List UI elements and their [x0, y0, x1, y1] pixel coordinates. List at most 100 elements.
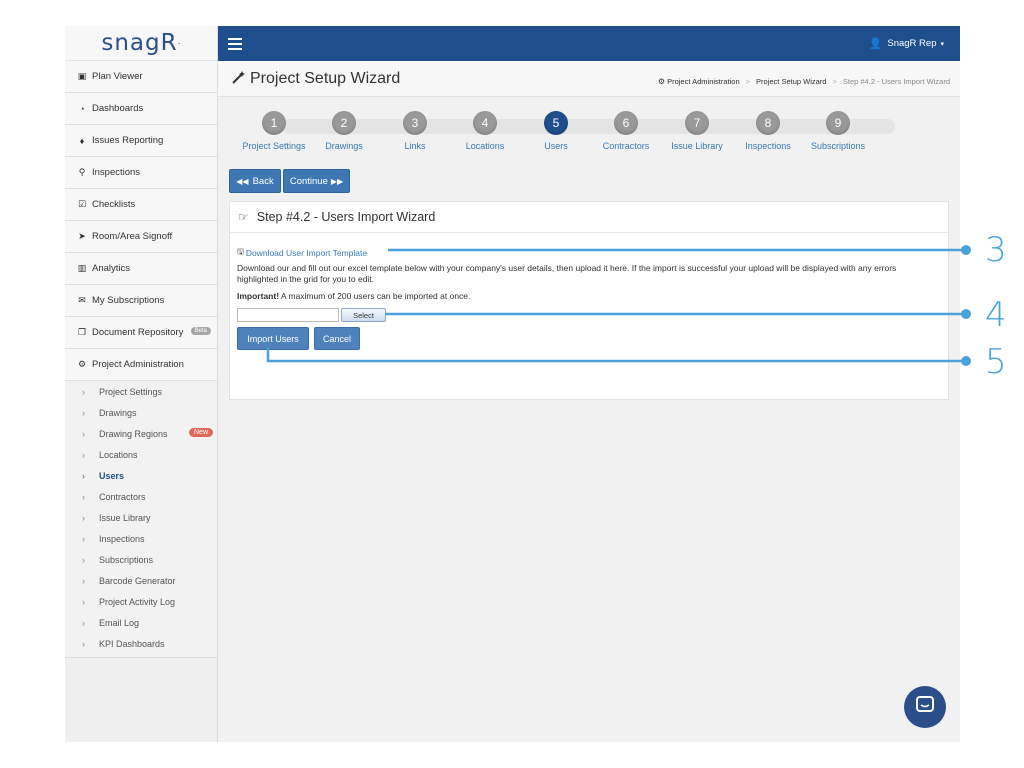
wizard-step-inspections[interactable]: 8 Inspections [733, 111, 803, 151]
submenu-item-label: Project Activity Log [99, 596, 176, 607]
page-title-text: Project Setup Wizard [250, 70, 401, 87]
chevron-right-icon: › [82, 554, 85, 565]
callout-number-3: 3 [985, 230, 1007, 270]
sidebar-item-plan-viewer[interactable]: ▣ Plan Viewer [65, 61, 217, 93]
sidebar-item-document-repository[interactable]: ❐ Document Repository Beta [65, 317, 217, 349]
sidebar-item-dashboards[interactable]: ◔ Dashboards [65, 93, 217, 125]
submenu-item-contractors[interactable]: › Contractors [65, 486, 217, 507]
beta-badge: Beta [190, 327, 211, 335]
cogs-icon: ⚙ [77, 359, 87, 369]
back-button[interactable]: ◀◀ Back [229, 169, 281, 193]
continue-button-label: Continue [289, 175, 328, 187]
step-number-circle: 4 [473, 111, 497, 135]
submenu-item-project-activity-log[interactable]: › Project Activity Log [65, 591, 217, 612]
submenu-item-drawing-regions[interactable]: › Drawing Regions New [65, 423, 217, 444]
step-label: Links [404, 141, 426, 151]
sidebar-item-issues-reporting[interactable]: ♦ Issues Reporting [65, 125, 217, 157]
wizard-step-contractors[interactable]: 6 Contractors [591, 111, 661, 151]
wizard-step-links[interactable]: 3 Links [380, 111, 450, 151]
chat-launcher-button[interactable] [904, 686, 946, 728]
sidebar-item-label: My Subscriptions [92, 295, 165, 306]
breadcrumb: ⚙ Project Administration > Project Setup… [658, 77, 950, 86]
logo-mark: · [177, 38, 181, 48]
sidebar-item-label: Room/Area Signoff [92, 231, 173, 242]
submenu-item-users[interactable]: › Users [65, 465, 217, 486]
user-name: SnagR Rep [887, 38, 937, 49]
magic-wand-icon [232, 71, 245, 87]
submenu-item-email-log[interactable]: › Email Log [65, 612, 217, 633]
continue-button[interactable]: Continue ▶▶ [283, 169, 350, 193]
new-badge: New [189, 428, 214, 437]
sidebar: snagR · ▣ Plan Viewer ◔ Dashboards ♦ Issues Re… [65, 26, 218, 742]
hamburger-menu-icon[interactable] [228, 38, 242, 53]
users-import-panel: ☞ Step #4.2 - Users Import Wizard 🖫 Down… [229, 201, 949, 400]
submenu-item-locations[interactable]: › Locations [65, 444, 217, 465]
wizard-step-project-settings[interactable]: 1 Project Settings [239, 111, 309, 151]
wizard-step-drawings[interactable]: 2 Drawings [309, 111, 379, 151]
submenu-item-label: KPI Dashboards [99, 638, 165, 649]
breadcrumb-item-project-setup-wizard[interactable]: Project Setup Wizard [756, 77, 826, 86]
submenu-item-kpi-dashboards[interactable]: › KPI Dashboards [65, 633, 217, 654]
step-number-circle: 1 [262, 111, 286, 135]
breadcrumb-separator: > [832, 77, 837, 86]
logo[interactable]: snagR · [65, 26, 217, 61]
submenu-item-label: Drawings [99, 407, 137, 418]
sidebar-item-label: Checklists [92, 199, 136, 210]
sidebar-item-project-administration[interactable]: ⚙ Project Administration [65, 349, 217, 381]
download-template-label: Download User Import Template [245, 248, 368, 258]
wizard-step-users[interactable]: 5 Users [521, 111, 591, 151]
sidebar-item-room-area-signoff[interactable]: ➤ Room/Area Signoff [65, 221, 217, 253]
submenu-item-inspections[interactable]: › Inspections [65, 528, 217, 549]
important-label: Important! [237, 291, 280, 301]
step-label: Locations [465, 141, 505, 151]
submenu-item-issue-library[interactable]: › Issue Library [65, 507, 217, 528]
wizard-step-subscriptions[interactable]: 9 Subscriptions [803, 111, 873, 151]
submenu-item-drawings[interactable]: › Drawings [65, 402, 217, 423]
sidebar-item-my-subscriptions[interactable]: ✉ My Subscriptions [65, 285, 217, 317]
sidebar-item-label: Issues Reporting [92, 135, 164, 146]
download-template-link[interactable]: 🖫 Download User Import Template [237, 246, 367, 260]
submenu-item-label: Project Settings [99, 386, 163, 397]
top-navbar: 👤 SnagR Rep ▾ [218, 26, 960, 61]
sidebar-item-inspections[interactable]: ⚲ Inspections [65, 157, 217, 189]
page-header: Project Setup Wizard ⚙ Project Administr… [218, 61, 960, 97]
panel-title-text: Step #4.2 - Users Import Wizard [256, 210, 436, 224]
location-arrow-icon: ➤ [78, 231, 86, 241]
forward-icon: ▶▶ [330, 176, 344, 186]
submenu-item-label: Barcode Generator [99, 575, 176, 586]
admin-submenu: › Project Settings › Drawings › Drawing Regio… [65, 381, 217, 658]
cancel-button[interactable]: Cancel [314, 327, 360, 350]
step-number-circle: 7 [685, 111, 709, 135]
wizard-step-issue-library[interactable]: 7 Issue Library [662, 111, 732, 151]
step-number-circle: 6 [614, 111, 638, 135]
submenu-item-subscriptions[interactable]: › Subscriptions [65, 549, 217, 570]
step-label: Project Settings [242, 141, 306, 151]
wizard-step-locations[interactable]: 4 Locations [450, 111, 520, 151]
submenu-item-label: Inspections [99, 533, 145, 544]
breadcrumb-item-project-administration[interactable]: Project Administration [667, 77, 740, 86]
chevron-right-icon: › [82, 386, 85, 397]
chevron-right-icon: › [82, 407, 85, 418]
sidebar-item-checklists[interactable]: ☑ Checklists [65, 189, 217, 221]
step-number-circle: 5 [544, 111, 568, 135]
submenu-item-label: Drawing Regions [99, 428, 168, 439]
floppy-disk-icon: 🖫 [237, 247, 244, 256]
step-label: Subscriptions [810, 141, 866, 151]
step-number-circle: 3 [403, 111, 427, 135]
sidebar-item-label: Project Administration [92, 359, 184, 370]
submenu-item-project-settings[interactable]: › Project Settings [65, 381, 217, 402]
breadcrumb-separator: > [745, 77, 751, 86]
backward-icon: ◀◀ [236, 176, 249, 186]
step-label: Drawings [325, 141, 363, 151]
select-file-button[interactable]: Select [341, 308, 386, 322]
chat-icon [915, 695, 935, 719]
submenu-item-barcode-generator[interactable]: › Barcode Generator [65, 570, 217, 591]
file-path-input[interactable] [237, 308, 339, 322]
map-marker-icon: ♦ [79, 135, 85, 146]
import-users-button[interactable]: Import Users [237, 327, 309, 350]
sidebar-item-analytics[interactable]: ▥ Analytics [65, 253, 217, 285]
user-menu[interactable]: 👤 SnagR Rep ▾ [869, 37, 944, 50]
cogs-icon: ⚙ [657, 77, 666, 86]
checkbox-icon: ☑ [77, 199, 87, 209]
caret-down-icon: ▾ [940, 40, 944, 48]
